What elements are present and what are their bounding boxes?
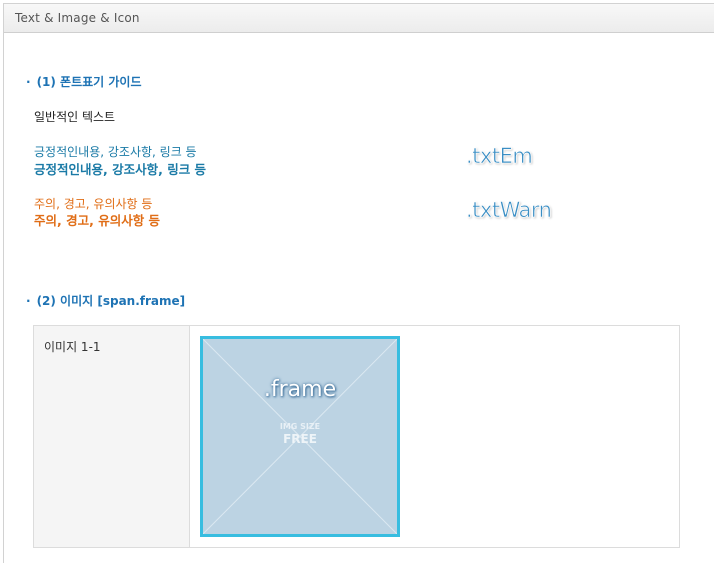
image-table: 이미지 1-1 .frame IMG SIZE FREE bbox=[33, 325, 680, 548]
section-title-font-guide: · (1) 폰트표기 가이드 bbox=[26, 73, 142, 90]
section-title-image: · (2) 이미지 [span.frame] bbox=[26, 292, 185, 309]
txtEm-class-label: .txtEm bbox=[466, 144, 533, 169]
section-title-text: (1) 폰트표기 가이드 bbox=[36, 75, 142, 89]
bullet-icon: · bbox=[26, 294, 31, 308]
bullet-icon: · bbox=[26, 75, 31, 89]
warn-text-bold-sample: 주의, 경고, 유의사항 등 bbox=[34, 213, 161, 228]
txtWarn-class-label: .txtWarn bbox=[466, 198, 553, 223]
table-row: 이미지 1-1 .frame IMG SIZE FREE bbox=[33, 325, 680, 548]
img-size-value: FREE bbox=[283, 432, 317, 446]
em-text-bold-sample: 긍정적인내용, 강조사항, 링크 등 bbox=[34, 162, 207, 177]
em-text-sample: 긍정적인내용, 강조사항, 링크 등 bbox=[34, 145, 197, 159]
panel-title: Text & Image & Icon bbox=[15, 11, 140, 25]
frame-class-label: .frame bbox=[263, 377, 337, 402]
img-size-label: IMG SIZE bbox=[279, 422, 321, 431]
section-title-text: (2) 이미지 [span.frame] bbox=[36, 294, 186, 308]
normal-text-sample: 일반적인 텍스트 bbox=[34, 110, 116, 124]
image-frame: .frame IMG SIZE FREE bbox=[200, 336, 400, 537]
panel-header: Text & Image & Icon bbox=[4, 3, 714, 33]
row-label-cell: 이미지 1-1 bbox=[33, 325, 190, 548]
image-cell: .frame IMG SIZE FREE bbox=[189, 325, 680, 548]
